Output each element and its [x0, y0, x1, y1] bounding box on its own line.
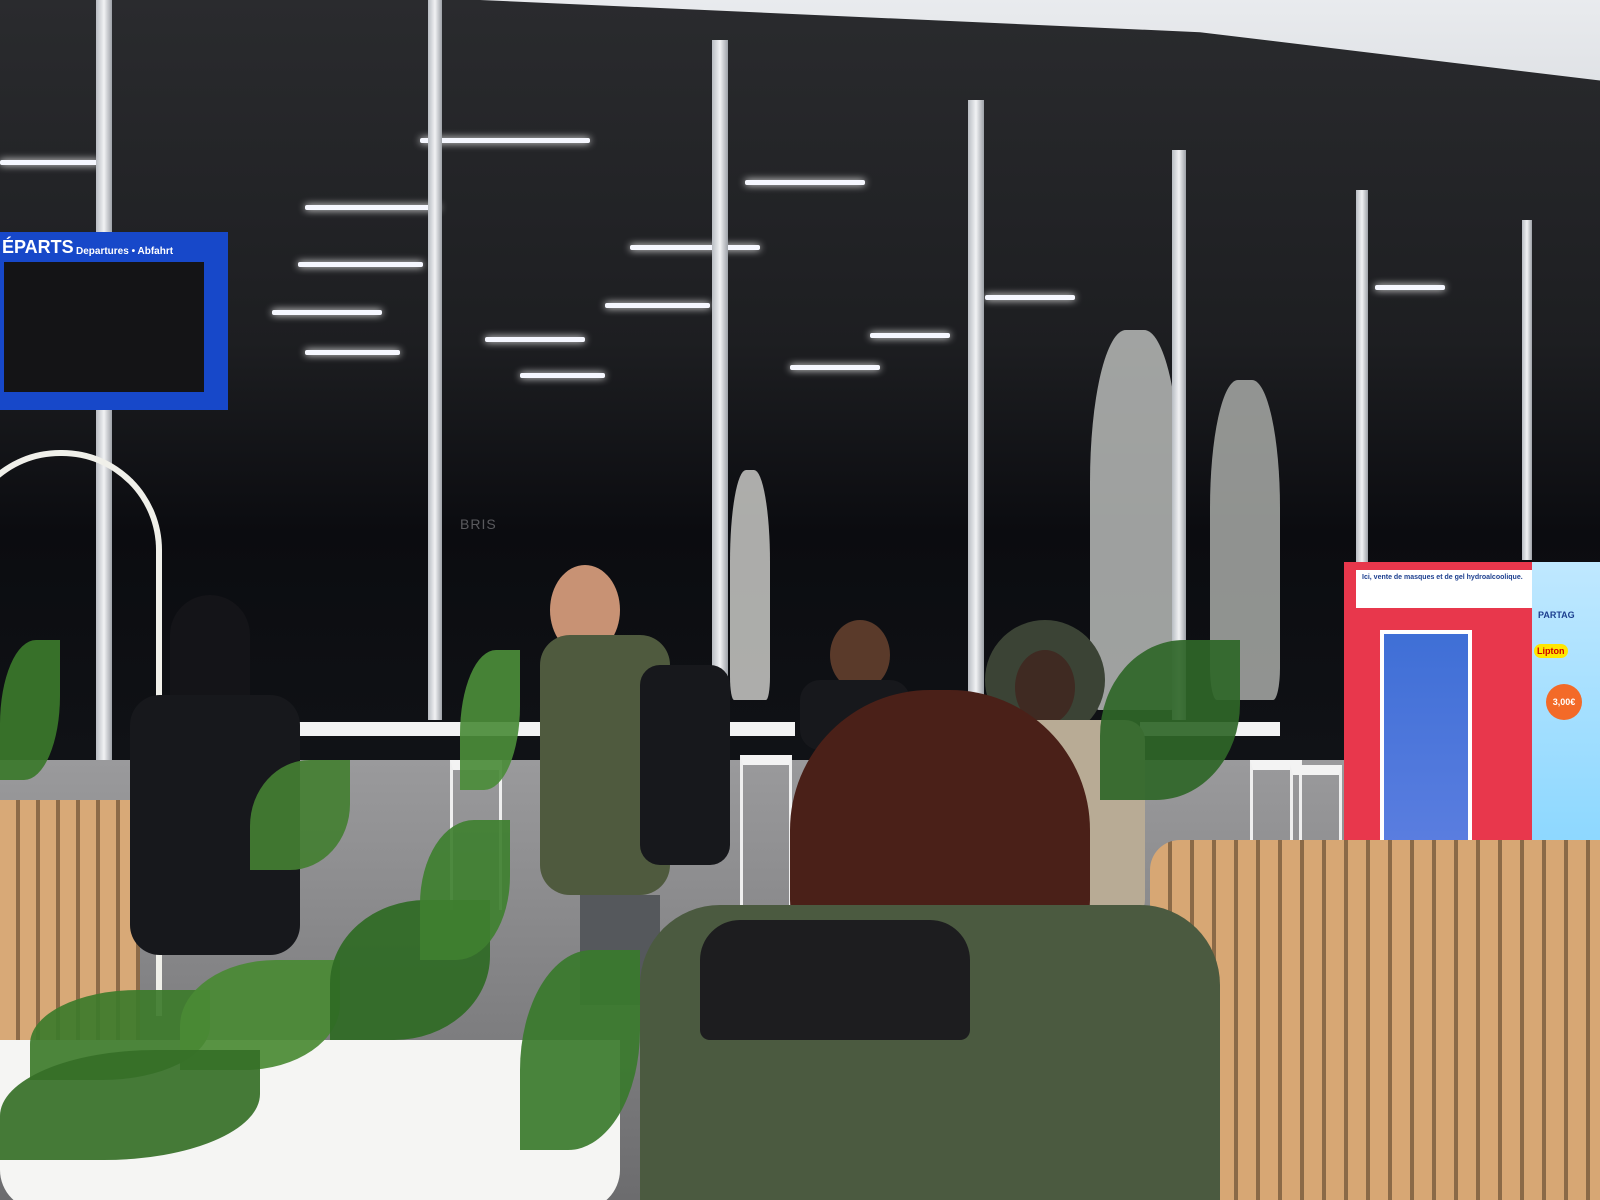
vending-screen — [1380, 630, 1472, 854]
window-mullion — [1522, 220, 1532, 560]
advert-brand: Lipton — [1534, 644, 1568, 658]
ceiling-light — [870, 333, 950, 338]
background-shop-sign: BRIS — [460, 516, 497, 532]
tree-sculpture — [730, 470, 770, 700]
departures-screen — [4, 262, 204, 392]
ceiling-light — [272, 310, 382, 315]
ceiling-light — [305, 205, 440, 210]
ceiling-light — [520, 373, 605, 378]
ceiling-light — [790, 365, 880, 370]
ceiling-light — [420, 138, 590, 143]
ceiling-light — [985, 295, 1075, 300]
ceiling-light — [485, 337, 585, 342]
window-mullion — [968, 100, 984, 720]
station-waiting-hall-photo: BRIS ÉPARTS Departures • Abfahrt Ici, ve… — [0, 0, 1600, 1200]
ceiling-light — [305, 350, 400, 355]
departures-subtitle: Departures • Abfahrt — [76, 246, 174, 257]
window-mullion — [1172, 150, 1186, 720]
advert-headline: PARTAG — [1538, 610, 1575, 620]
ceiling-light — [605, 303, 710, 308]
ceiling-light — [0, 160, 100, 165]
ceiling-light — [745, 180, 865, 185]
departures-title: ÉPARTS — [2, 237, 74, 257]
ceiling-light — [1375, 285, 1445, 290]
departures-display: ÉPARTS Departures • Abfahrt — [0, 232, 228, 410]
ceiling-light — [630, 245, 760, 250]
window-mullion — [1356, 190, 1368, 570]
window-mullion — [428, 0, 442, 720]
advert-price: 3,00€ — [1546, 684, 1582, 720]
ceiling-light — [298, 262, 423, 267]
vending-banner-text: Ici, vente de masques et de gel hydroalc… — [1362, 574, 1523, 581]
